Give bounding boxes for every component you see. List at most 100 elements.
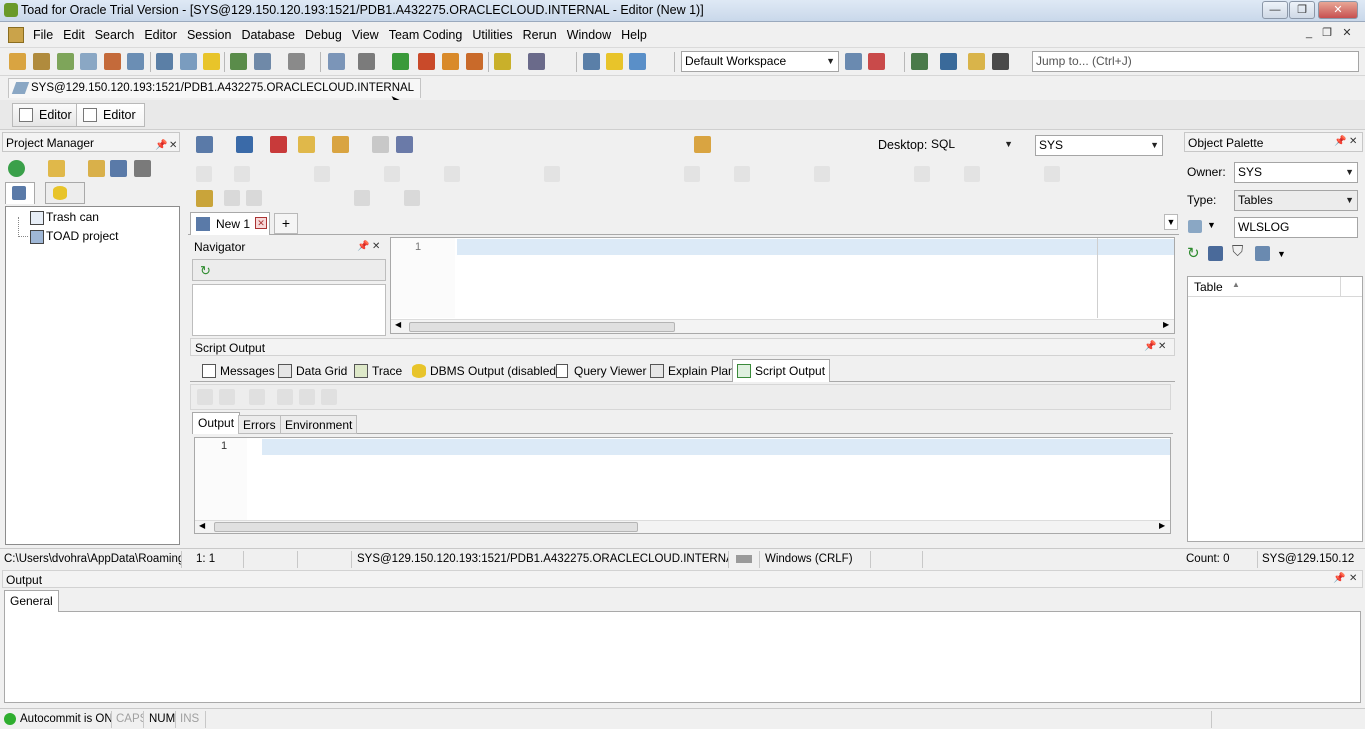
pin-icon[interactable]: 📌 [1144, 341, 1156, 352]
help-toolbar-icon[interactable] [629, 53, 646, 70]
chevron-down-icon[interactable]: ▼ [1277, 249, 1286, 259]
sql-tracker-icon[interactable] [80, 53, 97, 70]
tab-data-grid[interactable]: Data Grid [274, 361, 351, 382]
view-options-icon[interactable] [1255, 246, 1270, 261]
close-icon[interactable]: ✕ [169, 136, 177, 156]
chat-icon[interactable] [940, 53, 957, 70]
mdi-close-icon[interactable]: ✕ [1340, 27, 1354, 41]
tree-item-toad-project[interactable]: TOAD project [46, 229, 118, 243]
workspace-select[interactable]: Default Workspace ▼ [681, 51, 839, 72]
star-icon[interactable] [494, 53, 511, 70]
scroll-thumb[interactable] [214, 522, 638, 532]
pin-icon[interactable]: 📌 [1334, 136, 1346, 147]
desktop-select[interactable]: SQL ▼ [928, 135, 1016, 156]
tree-item-trash-can[interactable]: Trash can [46, 210, 99, 224]
binoculars-icon[interactable] [230, 53, 247, 70]
menu-utilities[interactable]: Utilities [467, 22, 517, 48]
type-select[interactable]: Tables ▼ [1234, 190, 1358, 211]
sql-modeler-icon[interactable] [104, 53, 121, 70]
add-icon[interactable] [8, 160, 25, 177]
pm-tab-database[interactable] [45, 182, 85, 204]
script-output-text[interactable]: 1 ◀ ▶ [194, 437, 1171, 534]
schema-select[interactable]: SYS ▼ [1035, 135, 1163, 156]
recent-files-icon[interactable] [332, 136, 349, 153]
bell-icon[interactable] [606, 53, 623, 70]
window-tab-editor-2[interactable]: Editor [76, 103, 145, 127]
close-icon[interactable]: ✕ [1349, 573, 1357, 584]
export-icon[interactable] [418, 53, 435, 70]
jump-to-input[interactable]: Jump to... (Ctrl+J) [1032, 51, 1359, 72]
sql-editor[interactable]: 1 ◀ ▶ [390, 237, 1175, 334]
refresh-icon[interactable]: ↻ [1187, 244, 1200, 262]
globe-icon[interactable] [583, 53, 600, 70]
subtab-environment[interactable]: Environment [280, 415, 358, 434]
schema-browser-icon[interactable] [33, 53, 50, 70]
mdi-minimize-icon[interactable]: _ [1302, 27, 1316, 41]
menu-rerun[interactable]: Rerun [518, 22, 562, 48]
doc-tab-new-1[interactable]: New 1 ✕ [190, 212, 270, 235]
close-icon[interactable]: ✕ [1349, 136, 1357, 147]
network-icon[interactable] [288, 53, 305, 70]
pin-icon[interactable]: 📌 [1333, 573, 1345, 584]
tab-explain-plan[interactable]: Explain Plan [646, 361, 739, 382]
menu-editor[interactable]: Editor [139, 22, 182, 48]
folder-icon[interactable] [48, 160, 65, 177]
scroll-right-icon[interactable]: ▶ [1163, 320, 1169, 329]
comment-icon[interactable] [968, 53, 985, 70]
pin-icon[interactable]: 📌 [155, 136, 167, 156]
execute-icon[interactable] [392, 53, 409, 70]
menu-file[interactable]: File [28, 22, 58, 48]
tab-trace[interactable]: Trace [350, 361, 406, 382]
tab-script-output[interactable]: Script Output [732, 359, 831, 382]
tab-query-viewer[interactable]: Query Viewer [552, 361, 650, 382]
filter-icon[interactable]: ⛉ [1232, 243, 1243, 260]
window-icon[interactable] [156, 53, 173, 70]
tab-messages[interactable]: Messages [196, 361, 279, 382]
subtab-output[interactable]: Output [192, 412, 241, 434]
workspace-delete-icon[interactable] [868, 53, 885, 70]
menu-debug[interactable]: Debug [300, 22, 347, 48]
window-tab-editor-1[interactable]: Editor [12, 103, 81, 127]
sql-file-icon[interactable] [236, 136, 253, 153]
close-icon[interactable]: ✕ [1158, 341, 1166, 352]
mdi-restore-icon[interactable]: ❐ [1320, 27, 1334, 41]
save-icon[interactable] [110, 160, 127, 177]
connect-icon[interactable] [911, 53, 928, 70]
minimize-button[interactable]: — [1262, 1, 1288, 19]
project-manager-icon[interactable] [127, 53, 144, 70]
object-filter-input[interactable]: WLSLOG [1234, 217, 1358, 238]
add-tab-button[interactable]: + [274, 213, 298, 234]
close-button[interactable]: ✕ [1318, 1, 1358, 19]
autocommit-status[interactable]: Autocommit is ON [16, 711, 112, 728]
snippet-icon[interactable] [694, 136, 711, 153]
dual-window-icon[interactable] [180, 53, 197, 70]
plsql-icon[interactable] [358, 53, 375, 70]
refresh-icon[interactable]: ↻ [200, 263, 211, 279]
upload-icon[interactable] [466, 53, 483, 70]
open-folder-icon[interactable] [298, 136, 315, 153]
maximize-button[interactable]: ❐ [1289, 1, 1315, 19]
scroll-left-icon[interactable]: ◀ [199, 521, 205, 530]
connection-tab[interactable]: SYS@129.150.120.193:1521/PDB1.A432275.OR… [8, 78, 422, 98]
menu-search[interactable]: Search [90, 22, 140, 48]
pm-tab-projects[interactable] [5, 182, 35, 204]
subtab-errors[interactable]: Errors [238, 415, 281, 434]
output-tab-general[interactable]: General [4, 590, 59, 612]
menu-team-coding[interactable]: Team Coding [384, 22, 468, 48]
tab-dbms-output[interactable]: DBMS Output (disabled) [408, 361, 564, 382]
column-header-table[interactable]: Table [1194, 280, 1223, 294]
report-icon[interactable] [328, 53, 345, 70]
output-general-area[interactable] [4, 611, 1361, 703]
horizontal-scrollbar[interactable]: ◀ ▶ [195, 520, 1170, 533]
menu-help[interactable]: Help [616, 22, 652, 48]
filter-type-icon[interactable] [1188, 220, 1202, 233]
connection-toolbar-icon[interactable] [196, 136, 213, 153]
owner-select[interactable]: SYS ▼ [1234, 162, 1358, 183]
close-tab-icon[interactable]: ✕ [255, 217, 267, 229]
grid-icon[interactable] [254, 53, 271, 70]
gear-icon[interactable] [196, 190, 213, 207]
new-editor-icon[interactable] [9, 53, 26, 70]
tabs-dropdown-icon[interactable]: ▼ [1164, 214, 1178, 230]
graduation-cap-icon[interactable] [992, 53, 1009, 70]
menu-database[interactable]: Database [236, 22, 300, 48]
